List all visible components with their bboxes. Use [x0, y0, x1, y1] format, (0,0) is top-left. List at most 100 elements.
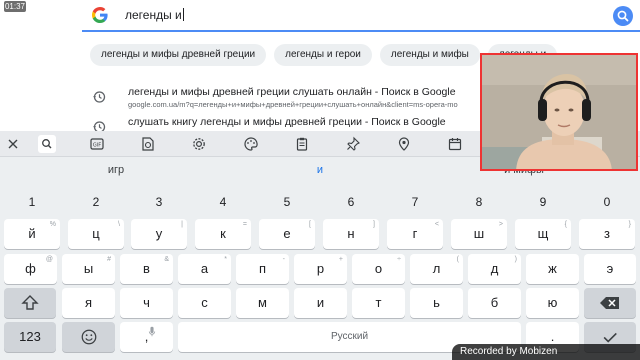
key-letter[interactable]: к = [195, 219, 251, 249]
palette-icon[interactable] [242, 135, 260, 153]
key-letter[interactable]: щ{ [515, 219, 571, 249]
key-label: ы [83, 261, 94, 276]
key-hint: \ [118, 221, 120, 228]
status-time: 01:37 [4, 1, 26, 12]
key-letter[interactable]: з} [579, 219, 635, 249]
key-9[interactable]: 9 [515, 187, 571, 217]
key-3[interactable]: 3 [131, 187, 187, 217]
key-label: з [604, 226, 610, 241]
key-hint: ) [514, 256, 517, 263]
key-hint: | [181, 221, 183, 228]
key-hint: } [628, 221, 631, 228]
prediction-center[interactable]: и [220, 158, 420, 182]
key-letter[interactable]: ь [410, 288, 463, 318]
key-label: у [155, 226, 163, 241]
key-hint: ] [373, 221, 375, 228]
key-letter[interactable]: д) [468, 254, 521, 284]
chip-suggestion[interactable]: легенды и мифы [379, 44, 480, 66]
search-input[interactable]: легенды и [125, 8, 184, 22]
key-label: о [374, 261, 383, 276]
search-icon [617, 10, 629, 22]
key-letter[interactable]: р + [294, 254, 347, 284]
key-hint: - [282, 256, 285, 263]
sticker-icon[interactable] [139, 135, 157, 153]
key-letter[interactable]: ш > [451, 219, 507, 249]
key-letter[interactable]: й% [4, 219, 60, 249]
chip-suggestion[interactable]: легенды и герои [274, 44, 372, 66]
key-letter[interactable]: о ÷ [352, 254, 405, 284]
key-5[interactable]: 5 [259, 187, 315, 217]
key-6[interactable]: 6 [323, 187, 379, 217]
prediction-left[interactable]: игр [16, 158, 216, 182]
key-0[interactable]: 0 [579, 187, 635, 217]
key-letter[interactable]: л( [410, 254, 463, 284]
key-letter[interactable]: м [236, 288, 289, 318]
suggestion-url: google.com.ua/m?q=легенды+и+мифы+древней… [128, 100, 458, 109]
chip-suggestion[interactable]: легенды и мифы древней греции [90, 44, 267, 66]
search-bar[interactable]: легенды и [82, 0, 640, 32]
google-logo-icon [92, 7, 108, 23]
close-icon[interactable] [4, 135, 22, 153]
key-letter[interactable]: п- [236, 254, 289, 284]
numbers-key[interactable]: 123 [4, 322, 56, 352]
key-letter[interactable]: ф @ [4, 254, 57, 284]
key-letter[interactable]: ц \ [68, 219, 124, 249]
key-letter[interactable]: а * [178, 254, 231, 284]
comma-key[interactable]: , [120, 322, 173, 352]
key-label: н [347, 226, 355, 241]
search-icon[interactable] [38, 135, 56, 153]
key-letter[interactable]: е[ [259, 219, 315, 249]
search-button[interactable] [613, 6, 633, 26]
suggestion-title: легенды и мифы древней греции слушать он… [128, 86, 456, 98]
key-label: ф [25, 261, 36, 276]
key-letter[interactable]: э [584, 254, 636, 284]
key-letter[interactable]: и [294, 288, 347, 318]
key-7[interactable]: 7 [387, 187, 443, 217]
key-4[interactable]: 4 [195, 187, 251, 217]
emoji-icon [81, 329, 96, 345]
key-hint: ( [456, 256, 459, 263]
letter-row-1: й% ц \ у | к = е[ н] г < ш > щ{ з} [0, 219, 640, 249]
key-letter[interactable]: ч [120, 288, 173, 318]
key-1[interactable]: 1 [4, 187, 60, 217]
location-icon[interactable] [395, 135, 413, 153]
key-hint: < [434, 221, 439, 228]
key-label: п [258, 261, 267, 276]
webcam-overlay [480, 53, 638, 171]
shift-key[interactable] [4, 288, 56, 318]
key-letter[interactable]: я [62, 288, 115, 318]
key-letter[interactable]: ы # [62, 254, 115, 284]
key-hint: & [164, 256, 169, 263]
key-label: к [220, 226, 226, 241]
key-letter[interactable]: н] [323, 219, 379, 249]
key-label: ж [548, 261, 557, 276]
key-letter[interactable]: т [352, 288, 405, 318]
number-row: 1 2 3 4 5 6 7 8 9 0 [0, 187, 640, 217]
key-letter[interactable]: с [178, 288, 231, 318]
key-hint: > [498, 221, 503, 228]
clipboard-icon[interactable] [293, 135, 311, 153]
settings-icon[interactable] [190, 135, 208, 153]
key-label: ш [473, 226, 485, 241]
key-letter[interactable]: в & [120, 254, 173, 284]
key-letter[interactable]: у | [131, 219, 187, 249]
key-label: л [432, 261, 441, 276]
pin-icon[interactable] [344, 135, 362, 153]
key-letter[interactable]: ж [526, 254, 579, 284]
key-label: а [200, 261, 209, 276]
suggestion-item[interactable]: легенды и мифы древней греции слушать он… [88, 84, 480, 114]
gif-icon[interactable]: GIF [88, 135, 106, 153]
key-2[interactable]: 2 [68, 187, 124, 217]
key-8[interactable]: 8 [451, 187, 507, 217]
recorder-watermark: Recorded by Mobizen [452, 344, 640, 360]
backspace-key[interactable] [584, 288, 636, 318]
letter-row-3: я ч с м и т ь б ю [0, 288, 640, 318]
key-hint: + [338, 256, 343, 263]
emoji-key[interactable] [62, 322, 115, 352]
key-letter[interactable]: б [468, 288, 521, 318]
key-letter[interactable]: г < [387, 219, 443, 249]
calendar-icon[interactable] [446, 135, 464, 153]
key-letter[interactable]: ю [526, 288, 579, 318]
key-label: е [283, 226, 291, 241]
key-hint: = [242, 221, 247, 228]
